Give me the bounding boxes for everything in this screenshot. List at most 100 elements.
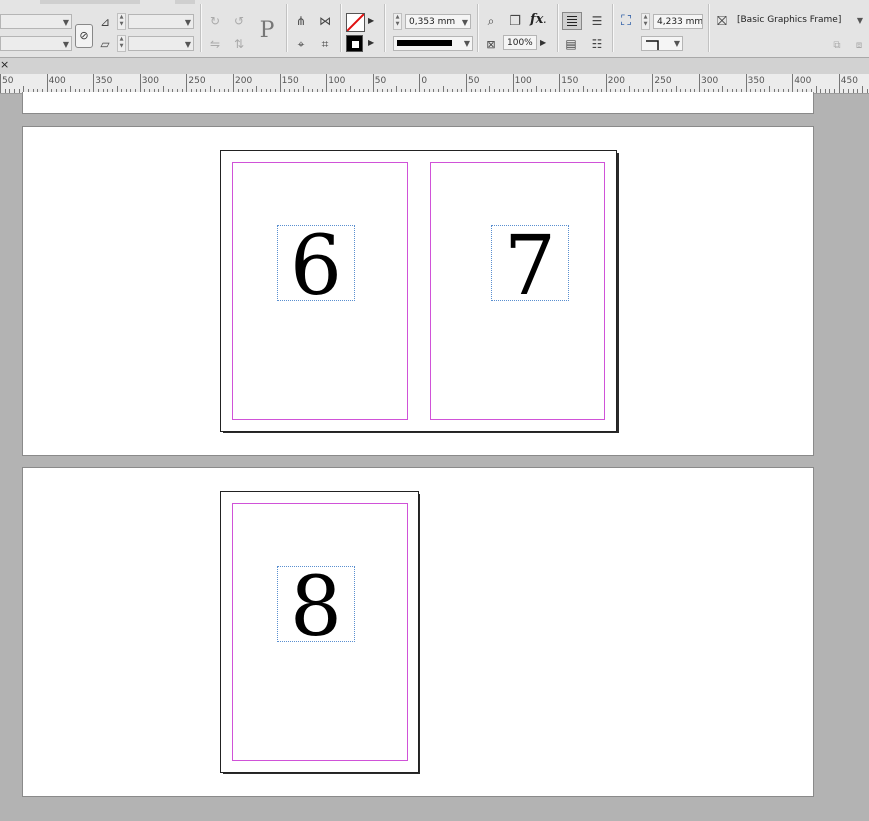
ruler-tick	[652, 74, 654, 93]
page-number-7: 7	[503, 219, 557, 314]
ruler-tick	[824, 89, 826, 93]
ruler-tick	[857, 89, 859, 93]
effects-fx-icon[interactable]: fx.	[530, 12, 546, 27]
wrap-around-shape-icon[interactable]: ▤	[562, 35, 580, 53]
ruler-tick	[139, 74, 141, 93]
ruler-tick	[419, 74, 421, 93]
ruler-tick	[848, 89, 850, 93]
close-document-icon[interactable]: ×	[0, 58, 9, 71]
stroke-weight-stepper[interactable]: ▲ ▼	[393, 13, 402, 30]
stroke-swatch-icon[interactable]	[346, 35, 363, 52]
ruler-tick	[233, 74, 234, 93]
rotate-angle-field[interactable]: ▼	[128, 14, 194, 29]
stroke-type-dropdown[interactable]: ▼	[393, 36, 473, 51]
object-styles-icon[interactable]: ⛝	[713, 12, 731, 30]
select-container-icon[interactable]: ⋔	[292, 12, 310, 30]
corner-shape-dropdown[interactable]: ▼	[641, 36, 683, 51]
ruler-tick	[326, 74, 328, 93]
shear-stepper[interactable]: ▲ ▼	[117, 35, 126, 52]
ruler-tick	[852, 89, 854, 93]
ruler-label: 50	[2, 76, 14, 86]
page-7[interactable]: 7	[419, 150, 617, 432]
flip-vertical-icon[interactable]: ⇅	[230, 35, 248, 53]
wrap-around-bounding-box-icon[interactable]: ☰	[588, 12, 606, 30]
ruler-tick	[820, 89, 822, 93]
reference-point-icon: P	[259, 18, 275, 43]
fill-swatch-none-icon[interactable]	[346, 13, 365, 32]
stroke-weight-value: 0,353 mm	[409, 17, 456, 27]
page-number-frame[interactable]: 6	[277, 225, 355, 308]
ruler-label: 200	[235, 76, 253, 86]
ruler-label: 50	[374, 76, 387, 86]
select-next-icon[interactable]: ⌗	[316, 35, 334, 53]
page-number-8: 8	[289, 560, 343, 655]
ruler-label: 250	[188, 76, 206, 86]
opacity-icon: ⊠	[486, 37, 496, 51]
page-number-frame[interactable]: 7	[491, 225, 569, 308]
rotate-ccw-icon[interactable]: ↺	[230, 12, 248, 30]
object-style-field[interactable]: [Basic Graphics Frame] ▼	[734, 13, 867, 28]
opacity-dropdown-arrow-icon[interactable]: ▶	[540, 38, 546, 47]
jump-object-icon[interactable]: ☷	[588, 35, 606, 53]
separator	[477, 4, 479, 52]
ruler-label: 400	[48, 76, 66, 86]
rotate-cw-icon[interactable]: ↻	[206, 12, 224, 30]
ruler-tick	[279, 74, 281, 93]
fitting-offset-value: 4,233 mm	[657, 17, 703, 27]
no-text-wrap-icon[interactable]	[562, 12, 582, 30]
ruler-tick	[18, 89, 20, 93]
ruler-tick	[699, 74, 700, 93]
ruler-label: 400	[794, 76, 812, 86]
ruler-tick	[4, 89, 6, 93]
ruler-tick	[186, 74, 188, 93]
separator	[708, 4, 710, 52]
ruler-label: 350	[95, 76, 113, 86]
ruler-label: 150	[281, 76, 299, 86]
shear-angle-field[interactable]: ▼	[128, 36, 194, 51]
scale-y-field[interactable]: ▼	[0, 36, 72, 51]
separator	[200, 4, 202, 52]
stroke-dropdown-arrow-icon[interactable]: ▶	[368, 38, 374, 47]
ruler-tick	[0, 74, 1, 93]
flip-horizontal-icon[interactable]: ⇋	[206, 35, 224, 53]
fitting-offset-field[interactable]: 4,233 mm	[653, 14, 703, 29]
drop-shadow-icon[interactable]: ❐	[506, 12, 524, 30]
separator	[286, 4, 288, 52]
ruler-label: 250	[654, 76, 672, 86]
ruler-label: 100	[328, 76, 346, 86]
stroke-type-preview-icon	[397, 40, 452, 46]
ruler-tick	[862, 86, 864, 93]
fill-dropdown-arrow-icon[interactable]: ▶	[368, 16, 374, 25]
horizontal-ruler[interactable]: 50 400 350 300 250 200 150 100 50 0 50 100 150 200 250…	[0, 74, 869, 94]
opacity-field[interactable]: 100%	[503, 35, 537, 50]
separator	[340, 4, 342, 52]
clear-style-icon[interactable]: ⧈	[850, 36, 868, 54]
ruler-tick	[834, 89, 836, 93]
select-content-icon[interactable]: ⋈	[316, 12, 334, 30]
ruler-tick	[93, 74, 95, 93]
page-number-frame[interactable]: 8	[277, 566, 355, 649]
ruler-tick	[745, 74, 747, 93]
scale-x-field[interactable]: ▼	[0, 14, 72, 29]
rotate-angle-icon: ⊿	[99, 15, 111, 29]
ruler-tick	[605, 74, 607, 93]
opacity-value: 100%	[507, 38, 533, 48]
ruler-label: 450	[840, 76, 858, 86]
document-tab-bar: ×	[0, 58, 869, 74]
ruler-tick	[13, 89, 15, 93]
separator	[557, 4, 559, 52]
offset-stepper[interactable]: ▲ ▼	[641, 13, 650, 30]
stroke-weight-field[interactable]: 0,353 mm ▼	[405, 14, 471, 29]
select-previous-icon[interactable]: ⌖	[292, 35, 310, 53]
panel-tab-edge	[40, 0, 140, 4]
ruler-label: 0	[421, 76, 428, 86]
page-8[interactable]: 8	[220, 491, 419, 773]
spread-6-7: 6 7	[22, 126, 814, 456]
ruler-label: 350	[747, 76, 765, 86]
fit-frame-icon[interactable]: ⌕	[482, 12, 500, 30]
page-6[interactable]: 6	[220, 150, 420, 432]
constrain-proportions-icon[interactable]: ⊘	[75, 24, 93, 48]
clear-overrides-icon[interactable]: ⧉	[828, 36, 846, 54]
frame-fitting-icon[interactable]: ⛶	[617, 12, 635, 30]
rotate-stepper[interactable]: ▲ ▼	[117, 13, 126, 30]
